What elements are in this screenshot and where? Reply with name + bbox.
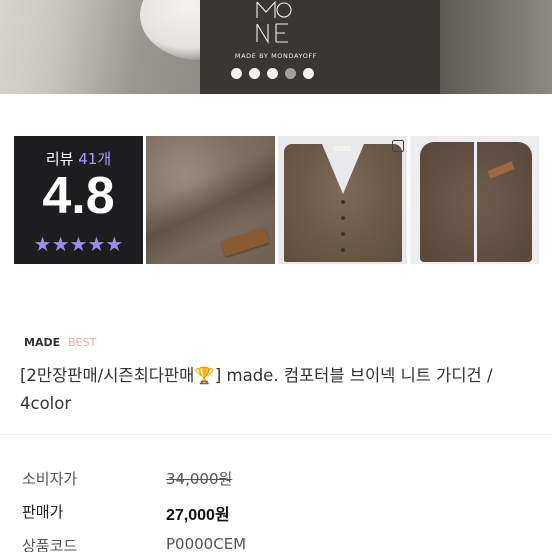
thumbnail-strip: 리뷰 41개 4.8 ★★★★★ xyxy=(14,136,539,264)
consumer-price-label: 소비자가 xyxy=(22,470,78,488)
best-badge: BEST xyxy=(68,336,97,349)
carousel-dots xyxy=(231,68,314,80)
cardigan-button xyxy=(341,200,345,204)
product-code-value: P0000CEM xyxy=(166,535,247,552)
cardigan-placket xyxy=(474,142,477,262)
product-title: [2만장판매/시즌최다판매🏆] made. 컴포터블 브이넥 니트 가디건 / … xyxy=(20,366,493,413)
cardigan-folded-thumb[interactable] xyxy=(410,136,539,264)
cardigan-button xyxy=(341,216,345,220)
review-score: 4.8 xyxy=(42,167,115,225)
cardigan-flatlay-thumb[interactable] xyxy=(278,136,407,264)
carousel-dot-3[interactable] xyxy=(267,68,278,79)
carousel-dot-1[interactable] xyxy=(231,68,242,79)
multi-image-icon xyxy=(392,140,404,152)
carousel-dot-2[interactable] xyxy=(249,68,260,79)
cardigan-button xyxy=(341,248,345,252)
carousel-dot-5[interactable] xyxy=(303,68,314,79)
brand-caption: MADE BY MONDAYOFF xyxy=(234,52,318,60)
neck-label xyxy=(333,146,351,151)
product-code-row: 상품코드 P0000CEM xyxy=(22,535,532,552)
review-summary-thumb[interactable]: 리뷰 41개 4.8 ★★★★★ xyxy=(14,136,143,264)
banner-photo-right xyxy=(440,0,552,94)
sale-price-value: 27,000원 xyxy=(166,507,230,524)
sale-price-label: 판매가 xyxy=(22,503,64,521)
consumer-price-value: 34,000원 xyxy=(166,470,233,488)
divider xyxy=(0,434,552,435)
hero-banner[interactable]: MADE BY MONDAYOFF xyxy=(0,0,552,94)
brand-logo xyxy=(256,0,292,44)
knit-closeup-thumb[interactable] xyxy=(146,136,275,264)
cardigan-button xyxy=(341,232,345,236)
product-code-label: 상품코드 xyxy=(22,537,78,552)
made-badge: MADE xyxy=(24,336,61,349)
star-rating-icon: ★★★★★ xyxy=(33,232,124,256)
sale-price-row: 판매가 27,000원 xyxy=(22,501,532,524)
consumer-price-row: 소비자가 34,000원 xyxy=(22,468,532,488)
product-badges: MADE BEST xyxy=(24,336,96,350)
carousel-dot-4[interactable] xyxy=(285,68,296,79)
